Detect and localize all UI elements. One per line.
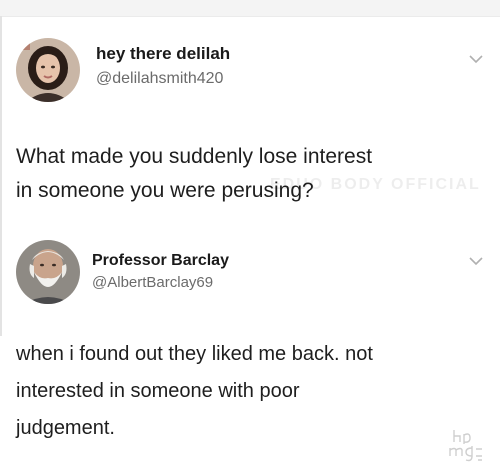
watermark-logo-icon [449,430,482,462]
top-strip [0,0,500,17]
chevron-down-icon[interactable] [468,54,484,64]
tweet-2[interactable]: Professor Barclay @AlbertBarclay69 when … [0,236,500,476]
tweet-text: when i found out they liked me back. not… [16,343,373,439]
chevron-down-icon[interactable] [468,256,484,266]
user-handle[interactable]: @AlbertBarclay69 [92,274,213,291]
display-name[interactable]: Professor Barclay [92,252,229,270]
user-handle[interactable]: @delilahsmith420 [96,70,223,88]
display-name[interactable]: hey there delilah [96,44,230,64]
tweet-1[interactable]: hey there delilah @delilahsmith420 What … [0,16,500,236]
avatar-bearded-man[interactable] [16,240,80,304]
faint-watermark: EDUO BODY OFFICIAL [270,176,481,193]
avatar-woman[interactable] [16,38,80,102]
tweet-text: What made you suddenly lose interest in … [16,145,373,202]
